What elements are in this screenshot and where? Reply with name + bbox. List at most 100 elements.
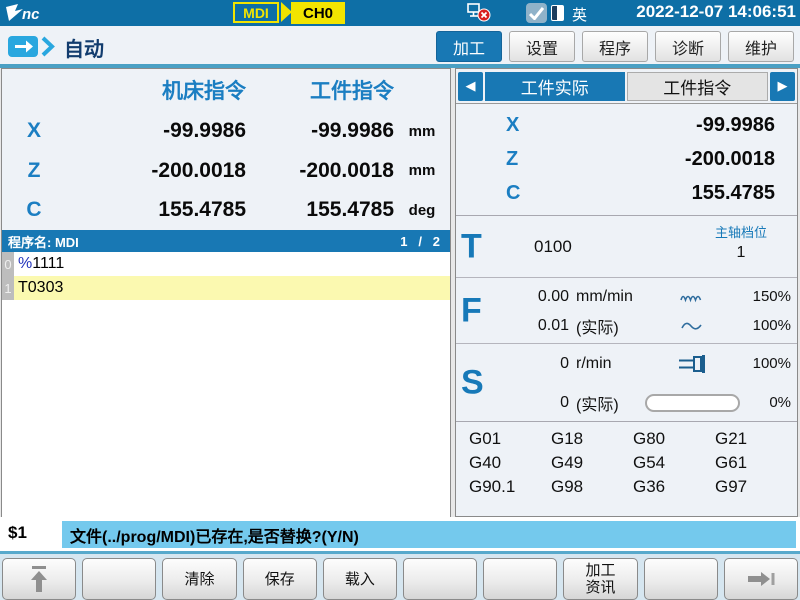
spindle-command-value: 0 (513, 355, 569, 373)
tab-diagnosis[interactable]: 诊断 (655, 31, 721, 62)
main-tab-bar: 加工 设置 程序 诊断 维护 (436, 31, 794, 62)
softkey-machining-info[interactable]: 加工 资讯 (563, 558, 637, 600)
spindle-letter: S (461, 363, 484, 402)
prompt-message-bar: 文件(../prog/MDI)已存在,是否替换?(Y/N) (62, 521, 796, 548)
program-name: 程序名: MDI (8, 232, 79, 251)
gcode: G21 (715, 429, 797, 453)
axis-label: Z (506, 148, 536, 171)
softkey-label: 清除 (185, 571, 215, 588)
coordinate-view-tabs: ◀ 工件实际 工件指令 ▶ (456, 69, 797, 104)
softkey-return-top[interactable] (2, 558, 76, 600)
spindle-actual-value: 0 (513, 394, 569, 412)
tab-program[interactable]: 程序 (582, 31, 648, 62)
tab-work-command[interactable]: 工件指令 (627, 72, 769, 101)
softkey-blank-3[interactable] (483, 558, 557, 600)
gcode: G90.1 (469, 477, 551, 501)
softkey-next-menu[interactable] (724, 558, 798, 600)
softkey-label: 保存 (265, 571, 295, 588)
spindle-override-icon (641, 354, 743, 374)
table-row: C 155.4785 (456, 178, 797, 210)
axis-label: Z (2, 159, 66, 183)
language-indicator: 英 (572, 4, 587, 25)
tool-number: 0100 (534, 237, 572, 257)
prev-tab-button[interactable]: ◀ (458, 72, 483, 101)
table-row: Z -200.0018 (456, 143, 797, 175)
machine-value: 155.4785 (66, 198, 246, 222)
program-header-bar: 程序名: MDI 1 / 2 (2, 230, 450, 252)
feed-section: F 0.00 mm/min 150% 0.01 (实际) (456, 278, 797, 344)
axis-label: C (506, 182, 536, 205)
datetime-display: 2022-12-07 14:06:51 (636, 2, 796, 22)
program-page-indicator: 1 / 2 (400, 234, 440, 249)
spindle-command-line: 0 r/min 100% (513, 353, 791, 375)
tool-letter: T (461, 227, 482, 266)
softkey-save[interactable]: 保存 (243, 558, 317, 600)
right-triangle-icon: ▶ (778, 78, 788, 94)
gcode: G18 (551, 429, 633, 453)
feed-override-icon (641, 291, 743, 303)
unit-label: mm (394, 123, 450, 140)
message-row: $1 文件(../prog/MDI)已存在,是否替换?(Y/N) (0, 517, 800, 551)
tool-section: T 0100 主轴档位 1 (456, 216, 797, 278)
feed-command-line: 0.00 mm/min 150% (513, 286, 791, 308)
softkey-blank-4[interactable] (644, 558, 718, 600)
feed-actual-suffix: (实际) (569, 314, 641, 338)
softkey-blank-2[interactable] (403, 558, 477, 600)
softkey-blank-1[interactable] (82, 558, 156, 600)
spindle-load-rate: 0% (743, 394, 791, 411)
actual-position-table: X -99.9986 Z -200.0018 C 155.4785 (456, 104, 797, 216)
gcode: G97 (715, 477, 797, 501)
prompt-message-text: 文件(../prog/MDI)已存在,是否替换?(Y/N) (62, 523, 359, 547)
coordinate-table: 机床指令 工件指令 X -99.9986 -99.9986 mm Z -200.… (2, 69, 450, 230)
auto-mode-icon (8, 34, 56, 59)
network-error-icon (466, 2, 492, 24)
program-editor[interactable]: 0 %1111 1 T0303 (2, 252, 450, 517)
softkey-label: 加工 (586, 562, 616, 579)
axis-value: -200.0018 (536, 148, 797, 171)
spindle-unit: r/min (569, 355, 641, 373)
gcode: G36 (633, 477, 715, 501)
spindle-load-bar (645, 394, 740, 412)
svg-text:nc: nc (22, 6, 40, 22)
position-program-panel: 机床指令 工件指令 X -99.9986 -99.9986 mm Z -200.… (1, 68, 451, 517)
axis-value: -99.9986 (536, 114, 797, 137)
softkey-load[interactable]: 载入 (323, 558, 397, 600)
softkey-label: 载入 (345, 571, 375, 588)
tab-settings[interactable]: 设置 (509, 31, 575, 62)
program-line-current[interactable]: 1 T0303 (2, 276, 450, 300)
status-panel: ◀ 工件实际 工件指令 ▶ X -99.9986 Z -200.0018 C 1… (455, 68, 798, 517)
tab-maintenance[interactable]: 维护 (728, 31, 794, 62)
left-triangle-icon: ◀ (466, 78, 476, 94)
feed-actual-value: 0.01 (513, 317, 569, 335)
tab-machining[interactable]: 加工 (436, 31, 502, 62)
tab-work-actual[interactable]: 工件实际 (485, 72, 625, 101)
softkey-clear[interactable]: 清除 (162, 558, 236, 600)
channel-badge: CH0 (291, 2, 345, 24)
gcode: G54 (633, 453, 715, 477)
axis-label: X (2, 119, 66, 143)
feed-letter: F (461, 291, 482, 330)
spindle-actual-suffix: (实际) (569, 391, 641, 415)
modal-gcode-list: G01 G18 G80 G21 G40 G49 G54 G61 G90.1 G9… (456, 422, 797, 501)
program-line-prefix: % (18, 255, 32, 273)
line-number: 1 (2, 276, 14, 300)
machine-value: -99.9986 (66, 119, 246, 143)
next-menu-arrow-icon (746, 570, 776, 588)
up-arrow-icon (28, 566, 50, 593)
work-value: -200.0018 (246, 159, 394, 183)
ime-indicator-icon (551, 5, 564, 21)
column-header-machine: 机床指令 (66, 75, 246, 105)
spindle-override-rate: 100% (743, 355, 791, 372)
axis-value: 155.4785 (536, 182, 797, 205)
jog-override-rate: 100% (743, 317, 791, 334)
next-tab-button[interactable]: ▶ (770, 72, 795, 101)
check-status-icon (526, 3, 547, 23)
hnc-logo-icon: nc (6, 4, 66, 22)
feed-command-value: 0.00 (513, 288, 569, 306)
line-number: 0 (2, 252, 14, 276)
active-mode-label: 自动 (64, 33, 104, 62)
spindle-gear-label: 主轴档位 (715, 222, 767, 241)
spindle-gear-value: 1 (715, 244, 767, 262)
program-line[interactable]: 0 %1111 (2, 252, 450, 276)
gcode: G01 (469, 429, 551, 453)
